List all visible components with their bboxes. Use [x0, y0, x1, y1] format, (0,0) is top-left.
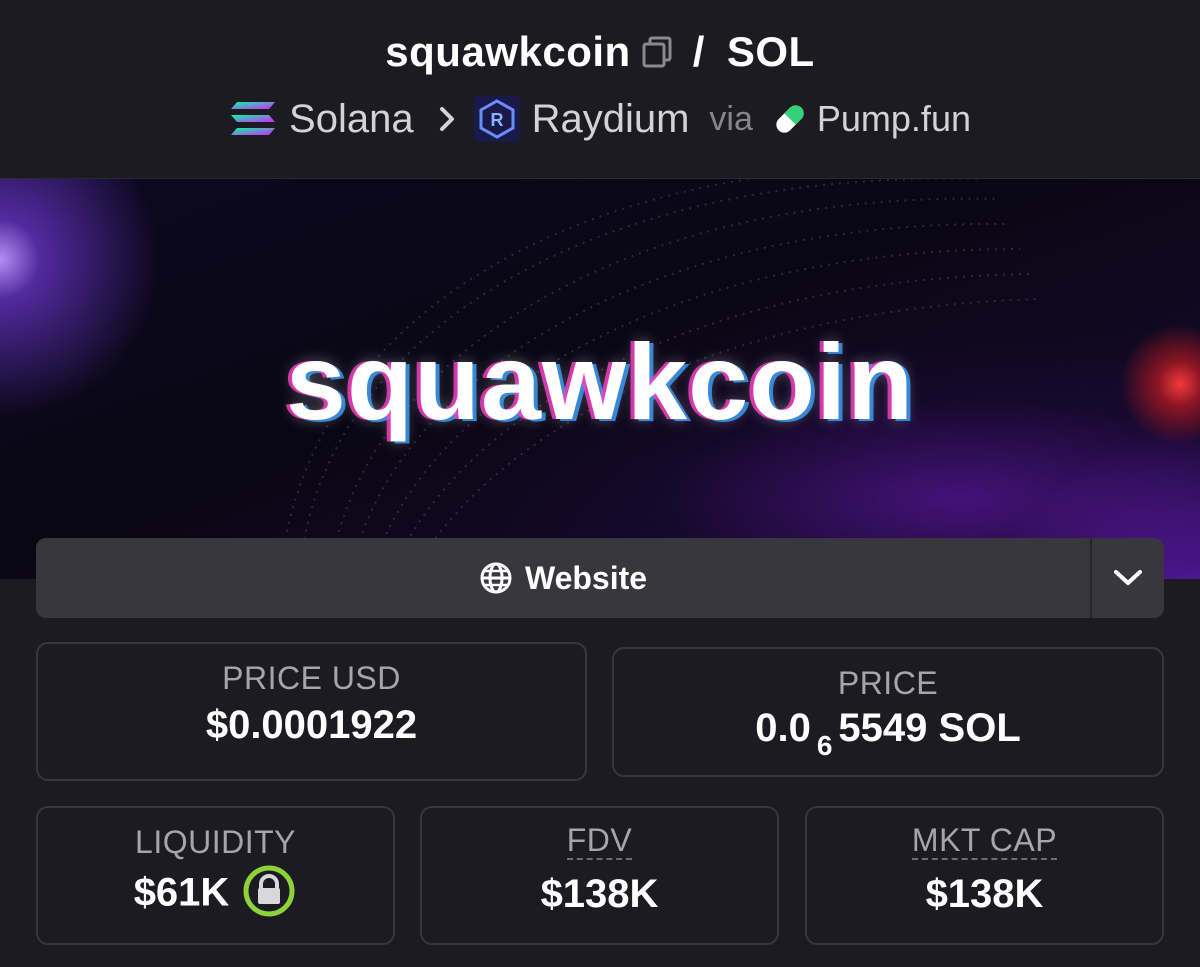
dex-link[interactable]: Raydium	[532, 97, 690, 142]
price-label: PRICE	[837, 665, 939, 701]
token-name: squawkcoin	[385, 28, 631, 75]
quote-token: SOL	[726, 28, 815, 75]
chevron-down-icon	[1114, 570, 1142, 585]
market-cap-card: MKT CAP $138K	[805, 806, 1164, 945]
links-dropdown-button[interactable]	[1092, 538, 1164, 618]
price-native-value: 0.0 6 5549 SOL	[614, 706, 1162, 761]
pair-breadcrumb: Solana R Raydium via Pump.fun	[0, 96, 1200, 142]
raydium-logo-icon: R	[473, 96, 520, 142]
token-banner: squawkcoin	[0, 179, 1200, 579]
fdv-label[interactable]: FDV	[566, 824, 633, 860]
website-bar: Website	[36, 538, 1164, 618]
liquidity-label: LIQUIDITY	[135, 824, 296, 860]
pair-separator: /	[692, 28, 705, 75]
chain-link[interactable]: Solana	[289, 97, 414, 142]
pill-icon	[771, 100, 809, 138]
website-button[interactable]: Website	[36, 538, 1090, 618]
price-usd-value: $0.0001922	[205, 703, 418, 747]
price-zero-count: 6	[816, 730, 833, 761]
website-label: Website	[524, 559, 648, 596]
price-native-card: PRICE 0.0 6 5549 SOL	[612, 647, 1164, 777]
banner-title: squawkcoin	[285, 321, 915, 442]
lock-icon[interactable]	[241, 863, 297, 919]
market-cap-label[interactable]: MKT CAP	[911, 824, 1058, 860]
pair-header: squawkcoin / SOL Solana R Raydium via Pu…	[0, 0, 1200, 179]
chevron-right-icon	[438, 105, 456, 133]
launchpad-link[interactable]: Pump.fun	[817, 98, 971, 140]
solana-logo-icon	[229, 100, 277, 138]
pair-title: squawkcoin / SOL	[0, 28, 1200, 76]
price-usd-card: PRICE USD $0.0001922	[36, 642, 587, 781]
copy-icon[interactable]	[641, 35, 675, 69]
price-usd-label: PRICE USD	[222, 660, 401, 696]
price-suffix: 5549 SOL	[838, 706, 1021, 750]
price-prefix: 0.0	[755, 706, 811, 750]
liquidity-value: $61K	[133, 870, 230, 915]
fdv-value: $138K	[540, 872, 659, 916]
liquidity-card: LIQUIDITY $61K	[36, 806, 395, 945]
market-cap-value: $138K	[925, 872, 1044, 916]
liquidity-value-row: $61K	[38, 865, 393, 923]
fdv-card: FDV $138K	[420, 806, 779, 945]
svg-text:R: R	[490, 110, 503, 130]
via-label: via	[709, 99, 753, 138]
globe-icon	[480, 562, 512, 594]
